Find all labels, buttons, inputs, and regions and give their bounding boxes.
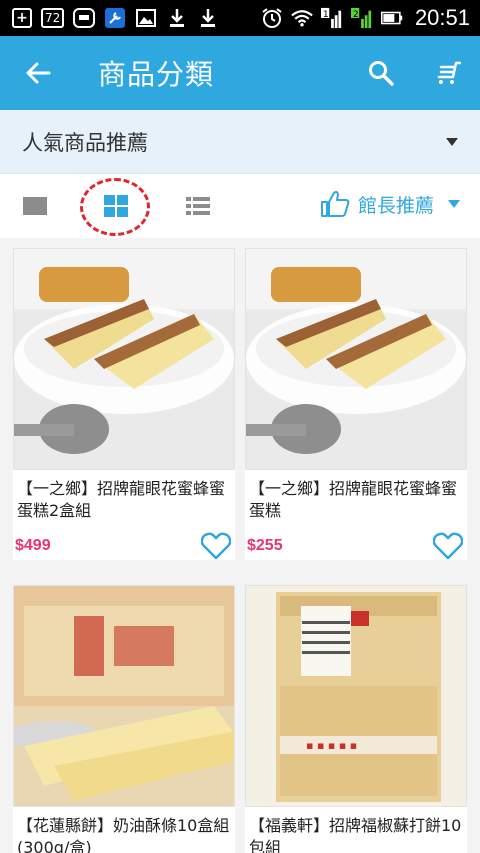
list-view-icon (186, 197, 210, 215)
product-card[interactable]: 【花蓮縣餅】奶油酥條10盒組(300g/盒) (13, 585, 235, 853)
view-toolbar: 館長推薦 (0, 174, 480, 238)
plus-icon: + (12, 8, 32, 28)
sort-label: 館長推薦 (357, 194, 434, 217)
category-dropdown[interactable]: 人氣商品推薦 (0, 110, 480, 174)
cart-icon (437, 61, 461, 84)
alarm-icon (261, 7, 283, 29)
wrench-icon (104, 7, 126, 29)
thumbs-up-icon (320, 190, 350, 217)
svg-text:2: 2 (353, 9, 359, 20)
chat-icon (73, 7, 96, 29)
product-grid: 【一之鄉】招牌龍眼花蜜蜂蜜蛋糕2盒組 $499 【一之鄉】招牌龍眼花蜜蜂蜜蛋糕 (0, 238, 480, 853)
search-button[interactable] (348, 36, 414, 110)
battery-icon (380, 7, 403, 29)
search-icon (369, 61, 394, 86)
product-image (13, 585, 235, 807)
back-button[interactable] (0, 36, 76, 110)
signal-2-icon: 2 (350, 7, 373, 29)
svg-text:1: 1 (323, 9, 329, 20)
product-price: $255 (247, 537, 283, 554)
download-icon (166, 7, 188, 29)
caret-down-icon (448, 200, 460, 208)
app-bar: 商品分類 (0, 36, 480, 110)
clock: 20:51 (414, 5, 470, 30)
product-price: $499 (15, 537, 51, 554)
arrow-left-icon (26, 62, 51, 84)
highlight-circle (80, 178, 150, 236)
single-view-icon (23, 197, 47, 215)
product-name: 【花蓮縣餅】奶油酥條10盒組(300g/盒) (17, 816, 230, 853)
sort-dropdown[interactable]: 館長推薦 (320, 190, 460, 218)
caret-down-icon (446, 137, 458, 146)
battery-badge: 72 (41, 8, 65, 28)
image-icon (135, 7, 157, 29)
wifi-icon (291, 7, 313, 29)
product-name: 【一之鄉】招牌龍眼花蜜蜂蜜蛋糕2盒組 (17, 479, 226, 520)
product-image: ▪ ▪ ▪ ▪ ▪ (245, 585, 467, 807)
list-view-button[interactable] (178, 186, 218, 226)
download-icon-2 (197, 7, 219, 29)
product-name: 【一之鄉】招牌龍眼花蜜蜂蜜蛋糕 (249, 479, 458, 520)
svg-text:▪ ▪ ▪ ▪ ▪: ▪ ▪ ▪ ▪ ▪ (306, 739, 357, 752)
heart-icon[interactable] (433, 532, 463, 560)
page-title: 商品分類 (98, 58, 215, 91)
heart-icon[interactable] (201, 532, 231, 560)
product-card[interactable]: 【一之鄉】招牌龍眼花蜜蜂蜜蛋糕 $255 (245, 248, 467, 560)
product-image (245, 248, 467, 470)
product-image (13, 248, 235, 470)
signal-1-icon: 1 (320, 7, 343, 29)
product-card[interactable]: 【一之鄉】招牌龍眼花蜜蜂蜜蛋糕2盒組 $499 (13, 248, 235, 560)
product-card[interactable]: ▪ ▪ ▪ ▪ ▪ 【福義軒】招牌福椒蘇打餅10包組 (245, 585, 467, 853)
cart-button[interactable] (414, 36, 480, 110)
category-selected: 人氣商品推薦 (22, 130, 148, 155)
single-view-button[interactable] (15, 186, 55, 226)
product-name: 【福義軒】招牌福椒蘇打餅10包組 (249, 816, 462, 853)
status-bar: + 72 1 2 20:51 (0, 0, 480, 36)
